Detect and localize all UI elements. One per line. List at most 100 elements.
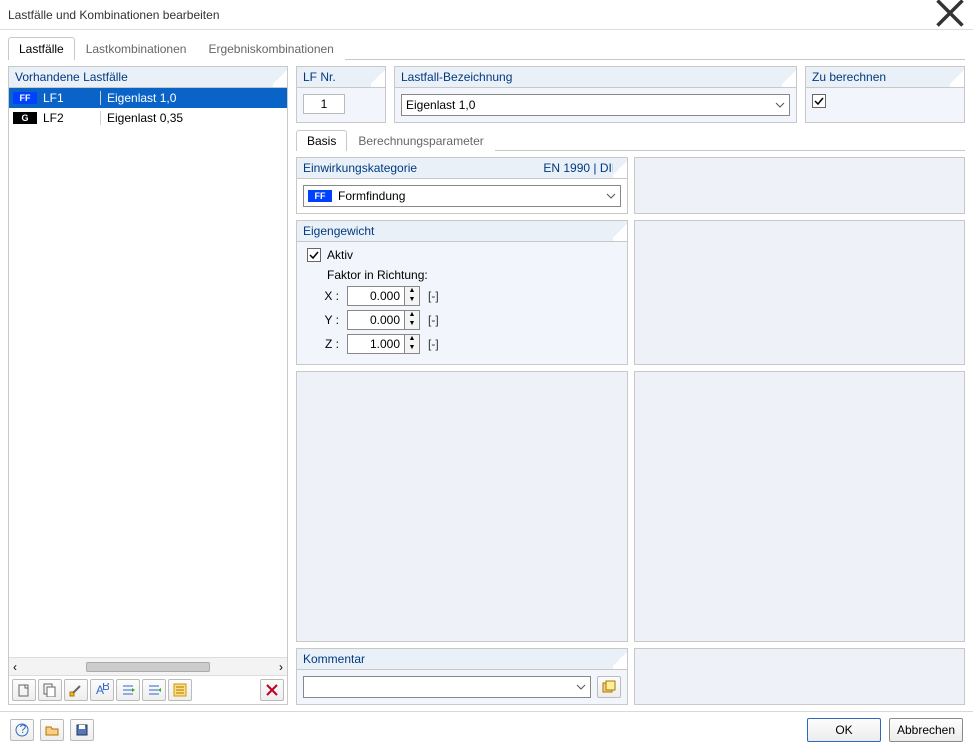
lf-nr-panel: LF Nr. (296, 66, 386, 123)
lf-name-panel: Lastfall-Bezeichnung Eigenlast 1,0 (394, 66, 797, 123)
save-button[interactable] (70, 719, 94, 741)
loadcase-hscroll[interactable]: ‹ › (9, 657, 287, 675)
chevron-down-icon (775, 99, 785, 113)
library-icon (602, 680, 616, 694)
scroll-right-icon[interactable]: › (279, 660, 283, 674)
existing-loadcases-panel: Vorhandene Lastfälle FF LF1 Eigenlast 1,0 G… (8, 66, 288, 705)
loadcase-row[interactable]: FF LF1 Eigenlast 1,0 (9, 88, 287, 108)
factor-x-input[interactable] (347, 286, 405, 306)
tbtn-new[interactable] (12, 679, 36, 701)
placeholder-panel-1 (634, 157, 966, 214)
y-label: Y : (321, 313, 339, 327)
chevron-down-icon (576, 681, 586, 695)
spin-up[interactable]: ▲ (405, 335, 419, 344)
loadcase-code: LF1 (43, 91, 64, 105)
tbtn-delete[interactable] (260, 679, 284, 701)
spin-up[interactable]: ▲ (405, 311, 419, 320)
help-icon: ? (15, 723, 29, 737)
spin-up[interactable]: ▲ (405, 287, 419, 296)
ok-button[interactable]: OK (807, 718, 881, 742)
sub-tabstrip: Basis Berechnungsparameter (296, 129, 965, 151)
placeholder-panel-3 (296, 371, 628, 642)
subtab-berechnungsparameter[interactable]: Berechnungsparameter (347, 130, 494, 151)
chevron-down-icon (606, 190, 616, 204)
check-icon (309, 250, 319, 260)
list-close-icon (147, 683, 161, 697)
loadcase-list[interactable]: FFLF1Eigenlast 1,0GLF2Eigenlast 0,35 (9, 88, 287, 657)
action-category-value: Formfindung (338, 189, 405, 203)
selfweight-panel: Eigengewicht Aktiv Faktor in Richtung: X… (296, 220, 628, 365)
placeholder-panel-2 (634, 220, 966, 365)
open-folder-button[interactable] (40, 719, 64, 741)
loadcase-badge: G (13, 112, 37, 124)
spin-down[interactable]: ▼ (405, 320, 419, 329)
close-icon (935, 0, 965, 28)
z-label: Z : (321, 337, 339, 351)
action-category-norm: EN 1990 | DIN (543, 161, 620, 175)
unit-z: [-] (428, 337, 439, 351)
dialog-footer: ? OK Abbrechen (0, 711, 973, 747)
placeholder-panel-5 (634, 648, 966, 705)
edit-icon (69, 683, 83, 697)
spin-down[interactable]: ▼ (405, 344, 419, 353)
main-tabstrip: Lastfälle Lastkombinationen Ergebniskomb… (8, 36, 965, 60)
lf-nr-label: LF Nr. (297, 67, 385, 88)
action-category-badge: FF (308, 190, 332, 202)
cancel-button[interactable]: Abbrechen (889, 718, 963, 742)
loadcase-toolbar: AB (9, 675, 287, 704)
window-title: Lastfälle und Kombinationen bearbeiten (8, 8, 220, 22)
action-category-select[interactable]: FF Formfindung (303, 185, 621, 207)
existing-loadcases-header: Vorhandene Lastfälle (9, 67, 287, 88)
delete-icon (265, 683, 279, 697)
subtab-basis[interactable]: Basis (296, 130, 347, 151)
faktor-label: Faktor in Richtung: (327, 268, 617, 282)
compute-checkbox[interactable] (812, 94, 826, 108)
tbtn-listopen[interactable] (116, 679, 140, 701)
comment-panel: Kommentar (296, 648, 628, 705)
selfweight-aktiv-checkbox[interactable] (307, 248, 321, 262)
scroll-left-icon[interactable]: ‹ (13, 660, 17, 674)
x-label: X : (321, 289, 339, 303)
folder-open-icon (45, 723, 59, 737)
tab-lastfaelle[interactable]: Lastfälle (8, 37, 75, 60)
action-category-label: Einwirkungskategorie (303, 161, 417, 175)
factor-y-input[interactable] (347, 310, 405, 330)
selfweight-header: Eigengewicht (297, 221, 627, 242)
spin-down[interactable]: ▼ (405, 296, 419, 305)
loadcase-name: Eigenlast 1,0 (101, 91, 287, 105)
svg-text:?: ? (20, 723, 27, 736)
tab-lastkombinationen[interactable]: Lastkombinationen (75, 37, 198, 60)
action-category-header: Einwirkungskategorie EN 1990 | DIN (297, 158, 627, 179)
tbtn-copy[interactable] (38, 679, 62, 701)
svg-text:B: B (102, 683, 109, 693)
close-button[interactable] (935, 0, 965, 31)
copy-icon (43, 683, 57, 697)
lf-name-select[interactable]: Eigenlast 1,0 (401, 94, 790, 116)
unit-x: [-] (428, 289, 439, 303)
unit-y: [-] (428, 313, 439, 327)
help-button[interactable]: ? (10, 719, 34, 741)
comment-header: Kommentar (297, 649, 627, 670)
save-icon (75, 723, 89, 737)
tbtn-edit[interactable] (64, 679, 88, 701)
comment-library-button[interactable] (597, 676, 621, 698)
comment-input[interactable] (303, 676, 591, 698)
factor-z-input[interactable] (347, 334, 405, 354)
tbtn-selectall[interactable] (168, 679, 192, 701)
new-icon (17, 683, 31, 697)
selfweight-aktiv-label: Aktiv (327, 248, 353, 262)
loadcase-code: LF2 (43, 111, 64, 125)
action-category-panel: Einwirkungskategorie EN 1990 | DIN FF Fo… (296, 157, 628, 214)
tab-ergebniskombinationen[interactable]: Ergebniskombinationen (197, 37, 344, 60)
lf-name-value: Eigenlast 1,0 (406, 98, 475, 112)
compute-label: Zu berechnen (806, 67, 964, 88)
title-bar: Lastfälle und Kombinationen bearbeiten (0, 0, 973, 30)
scroll-thumb[interactable] (86, 662, 210, 672)
select-all-icon (173, 683, 187, 697)
tbtn-renumber[interactable]: AB (90, 679, 114, 701)
loadcase-badge: FF (13, 92, 37, 104)
lf-nr-input[interactable] (303, 94, 345, 114)
tbtn-listclose[interactable] (142, 679, 166, 701)
check-icon (814, 96, 824, 106)
loadcase-row[interactable]: GLF2Eigenlast 0,35 (9, 108, 287, 128)
